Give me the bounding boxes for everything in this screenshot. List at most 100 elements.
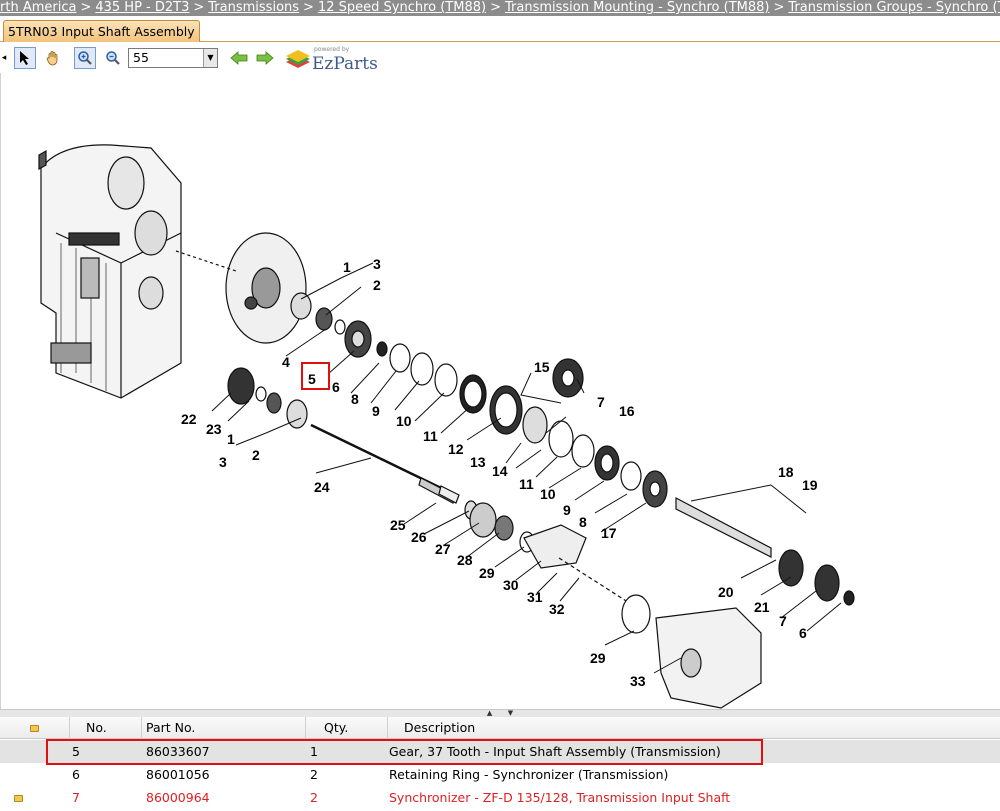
header-no[interactable]: No. bbox=[70, 717, 142, 739]
callout-number[interactable]: 13 bbox=[470, 454, 486, 470]
callout-number[interactable]: 31 bbox=[527, 589, 543, 605]
callout-number[interactable]: 12 bbox=[448, 441, 464, 457]
zoom-out-button[interactable] bbox=[102, 47, 124, 69]
tab-input-shaft-assembly[interactable]: 5TRN03 Input Shaft Assembly bbox=[3, 20, 200, 42]
transmission-housing bbox=[38, 144, 182, 399]
breadcrumb-link[interactable]: rth America bbox=[0, 0, 76, 15]
callout-number[interactable]: 3 bbox=[373, 256, 381, 272]
diagram-drawing bbox=[38, 144, 855, 709]
callout-number[interactable]: 33 bbox=[630, 673, 646, 689]
callout-number[interactable]: 15 bbox=[534, 359, 550, 375]
callout-number[interactable]: 24 bbox=[314, 479, 330, 495]
pan-tool-button[interactable] bbox=[42, 47, 64, 69]
header-qty[interactable]: Qty. bbox=[306, 717, 388, 739]
zoom-level-value: 55 bbox=[133, 50, 149, 65]
zoom-level-select[interactable]: 55 ▼ bbox=[128, 48, 218, 68]
arrow-left-icon bbox=[230, 51, 248, 65]
callout-number[interactable]: 10 bbox=[396, 413, 412, 429]
callout-number[interactable]: 11 bbox=[423, 428, 438, 444]
chevron-down-icon[interactable]: ▼ bbox=[203, 49, 217, 67]
bell-plate bbox=[225, 232, 307, 344]
highlighted-row-box bbox=[46, 739, 763, 765]
callout-number[interactable]: 26 bbox=[411, 529, 427, 545]
callout-number[interactable]: 25 bbox=[390, 517, 406, 533]
breadcrumb-separator: > bbox=[80, 0, 92, 15]
table-row[interactable]: 7 86000964 2 Synchronizer - ZF-D 135/128, T… bbox=[0, 786, 1000, 809]
brand-name: EzParts bbox=[312, 54, 378, 74]
output-shaft bbox=[675, 497, 855, 606]
callout-number[interactable]: 9 bbox=[563, 502, 571, 518]
row-qty: 2 bbox=[310, 767, 318, 782]
arrow-pointer-icon bbox=[20, 51, 29, 65]
breadcrumb-link[interactable]: 435 HP - D2T3 bbox=[95, 0, 189, 15]
callout-number[interactable]: 27 bbox=[435, 541, 451, 557]
callout-number[interactable]: 10 bbox=[540, 486, 556, 502]
upper-shaft-parts bbox=[290, 292, 668, 508]
table-row[interactable]: 6 86001056 2 Retaining Ring - Synchronizer … bbox=[0, 763, 1000, 786]
leader-lines bbox=[211, 262, 842, 674]
breadcrumb-link[interactable]: Transmission Mounting - Synchro (TM88) bbox=[505, 0, 769, 15]
callout-number[interactable]: 21 bbox=[754, 599, 770, 615]
callout-number[interactable]: 29 bbox=[479, 565, 495, 581]
header-part-no[interactable]: Part No. bbox=[142, 717, 306, 739]
row-qty: 2 bbox=[310, 790, 318, 805]
zoom-in-button[interactable] bbox=[74, 47, 96, 69]
callout-number[interactable]: 7 bbox=[597, 394, 605, 410]
callout-number[interactable]: 18 bbox=[778, 464, 794, 480]
exploded-parts-diagram[interactable]: 1 3 2 4 5 6 8 9 10 11 12 15 7 16 13 14 11 10 9 8 17 18 19 22 23 1… bbox=[0, 73, 1000, 709]
callout-number[interactable]: 4 bbox=[282, 354, 290, 370]
callout-number[interactable]: 2 bbox=[373, 277, 381, 293]
callout-number[interactable]: 6 bbox=[799, 625, 807, 641]
breadcrumb-link[interactable]: 12 Speed Synchro (TM88) bbox=[318, 0, 486, 15]
callout-number[interactable]: 3 bbox=[219, 454, 227, 470]
highlighted-callout-box bbox=[301, 362, 330, 390]
breadcrumb-separator: > bbox=[193, 0, 205, 15]
breadcrumb-separator: > bbox=[490, 0, 501, 15]
breadcrumb-link[interactable]: Transmission Groups - Synchro (TM88) bbox=[788, 0, 1000, 15]
ezparts-logo: powered by EzParts bbox=[284, 45, 378, 74]
breadcrumb: rth America >435 HP - D2T3 > Transmissions >… bbox=[0, 0, 1000, 16]
callout-number[interactable]: 19 bbox=[802, 477, 818, 493]
row-description: Synchronizer - ZF-D 135/128, Transmissio… bbox=[389, 790, 731, 805]
callout-number[interactable]: 16 bbox=[619, 403, 635, 419]
callout-number[interactable]: 14 bbox=[492, 463, 508, 479]
callout-number[interactable]: 2 bbox=[252, 447, 260, 463]
callout-number[interactable]: 17 bbox=[601, 525, 617, 541]
row-note-cell bbox=[14, 786, 23, 809]
callout-number[interactable]: 22 bbox=[181, 411, 197, 427]
splitter-handle[interactable]: ▲ ▼ bbox=[0, 709, 1000, 717]
callout-number[interactable]: 9 bbox=[372, 403, 380, 419]
callout-number[interactable]: 32 bbox=[549, 601, 565, 617]
zoom-out-icon bbox=[106, 51, 120, 65]
toolbar-scroll-left-icon[interactable]: ◂ bbox=[0, 47, 8, 69]
callout-number[interactable]: 1 bbox=[343, 259, 351, 275]
callout-number[interactable]: 8 bbox=[579, 514, 587, 530]
collapse-down-icon[interactable]: ▼ bbox=[508, 709, 513, 717]
pointer-tool-button[interactable] bbox=[14, 47, 36, 69]
breadcrumb-link[interactable]: Transmissions bbox=[208, 0, 299, 15]
callout-number[interactable]: 6 bbox=[332, 379, 340, 395]
header-description[interactable]: Description bbox=[388, 717, 1000, 739]
callout-number[interactable]: 8 bbox=[351, 391, 359, 407]
previous-button[interactable] bbox=[228, 47, 250, 69]
row-no: 7 bbox=[72, 790, 80, 805]
callout-number[interactable]: 20 bbox=[718, 584, 734, 600]
row-no: 6 bbox=[72, 767, 80, 782]
collapse-up-icon[interactable]: ▲ bbox=[487, 709, 492, 717]
callout-number[interactable]: 7 bbox=[779, 613, 787, 629]
callout-number[interactable]: 29 bbox=[590, 650, 606, 666]
row-description: Retaining Ring - Synchronizer (Transmiss… bbox=[389, 767, 669, 782]
row-part-no: 86000964 bbox=[146, 790, 210, 805]
callout-number[interactable]: 28 bbox=[457, 552, 473, 568]
next-button[interactable] bbox=[254, 47, 276, 69]
tab-bar: 5TRN03 Input Shaft Assembly bbox=[0, 16, 1000, 42]
callout-number[interactable]: 1 bbox=[227, 431, 235, 447]
grid-header: No. Part No. Qty. Description bbox=[0, 717, 1000, 739]
note-icon[interactable] bbox=[14, 795, 23, 802]
header-note-column[interactable] bbox=[0, 717, 70, 739]
callout-number[interactable]: 11 bbox=[519, 476, 534, 492]
books-icon bbox=[286, 50, 310, 68]
callout-number[interactable]: 23 bbox=[206, 421, 222, 437]
zoom-in-icon bbox=[78, 51, 92, 65]
callout-number[interactable]: 30 bbox=[503, 577, 519, 593]
